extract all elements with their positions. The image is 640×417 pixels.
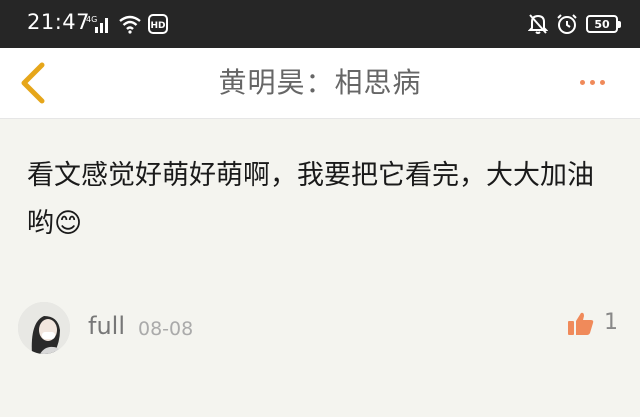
comment-text: 看文感觉好萌好萌啊，我要把它看完，大大加油哟 — [27, 160, 594, 239]
wifi-icon — [119, 15, 141, 34]
status-bar: 21:47 4G HD 50 — [0, 0, 640, 48]
avatar[interactable] — [18, 302, 70, 354]
status-time: 21:47 — [27, 10, 91, 34]
more-dot-icon — [590, 79, 595, 85]
comment-meta: full 08-08 1 — [18, 302, 628, 354]
top-navigation-bar: 黄明昊：相思病 — [0, 48, 640, 119]
more-dot-icon — [580, 79, 585, 85]
comment-date: 08-08 — [138, 318, 194, 340]
svg-text:4G: 4G — [86, 15, 97, 24]
signal-icon: 4G — [86, 15, 108, 33]
more-options-button[interactable] — [580, 72, 620, 92]
like-button[interactable]: 1 — [568, 310, 618, 335]
status-icons-right: 50 — [528, 12, 621, 36]
svg-text:HD: HD — [150, 21, 165, 31]
page-title: 黄明昊：相思病 — [218, 66, 422, 99]
more-dot-icon — [600, 79, 605, 85]
status-icons-left: 4G HD — [86, 12, 168, 36]
comment-body: 看文感觉好萌好萌啊，我要把它看完，大大加油哟😊 — [27, 152, 607, 248]
battery-icon: 50 — [586, 15, 621, 33]
smiley-emoji-icon: 😊 — [54, 208, 83, 239]
thumbs-up-icon — [568, 312, 594, 335]
avatar-image — [18, 302, 70, 354]
username-link[interactable]: full — [88, 312, 125, 340]
bell-muted-icon — [528, 14, 548, 34]
alarm-icon — [557, 14, 577, 34]
like-count: 1 — [604, 310, 618, 335]
hd-icon: HD — [148, 14, 168, 34]
